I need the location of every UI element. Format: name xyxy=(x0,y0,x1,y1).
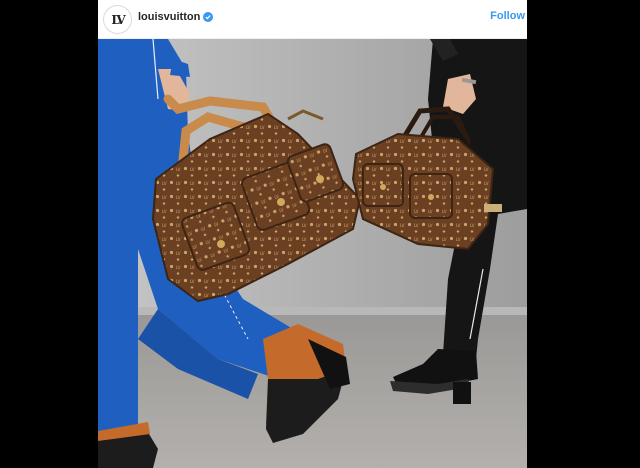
instagram-post: LV louisvuitton Follow LV xyxy=(98,0,527,468)
follow-button[interactable]: Follow xyxy=(490,10,525,22)
post-photo[interactable]: LV xyxy=(98,39,527,468)
post-header: LV louisvuitton Follow xyxy=(98,0,527,39)
lv-logo-avatar-icon[interactable]: LV xyxy=(103,5,132,34)
verified-badge-icon xyxy=(203,12,213,22)
handbags-photo-illustration: LV xyxy=(98,39,527,468)
username-link[interactable]: louisvuitton xyxy=(138,11,200,23)
